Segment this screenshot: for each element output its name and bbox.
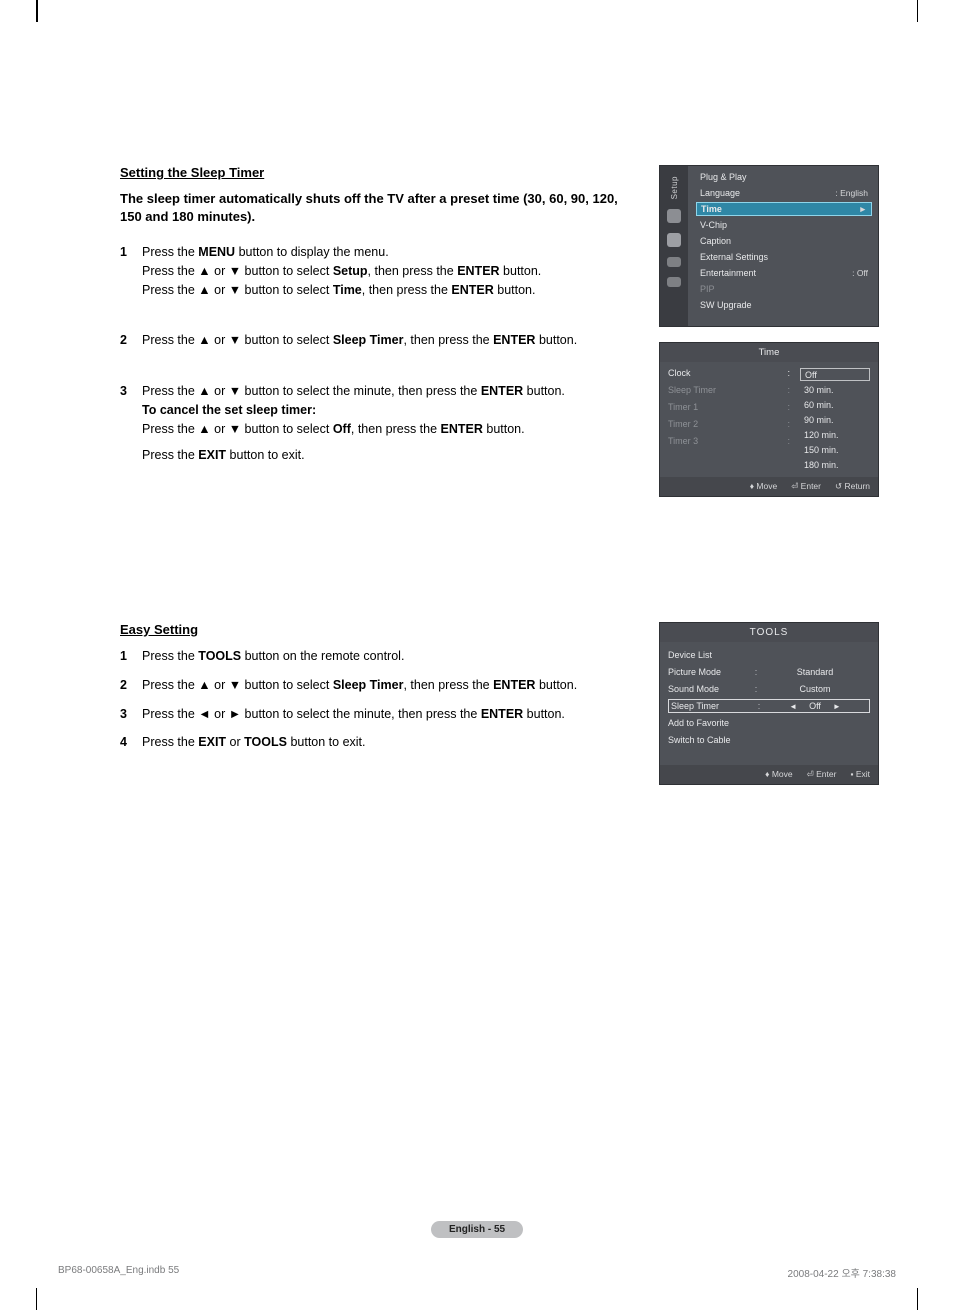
osd-tools-row: Sound Mode:Custom [668, 682, 870, 696]
osd-setup-row: External Settings [696, 250, 872, 264]
osd-tools-row: Picture Mode:Standard [668, 665, 870, 679]
section1-intro: The sleep timer automatically shuts off … [120, 190, 640, 225]
setup-icon [667, 209, 681, 223]
doc-footer: BP68-00658A_Eng.indb 55 2008-04-22 오후 7:… [58, 1265, 896, 1280]
osd-time-option: 180 min. [800, 458, 870, 471]
hint-move: ♦ Move [750, 481, 778, 492]
osd-setup-row: Entertainment: Off [696, 266, 872, 280]
osd-time-option: 90 min. [800, 413, 870, 426]
osd-time-menu: Time Clock: Sleep Timer: Timer 1: Timer 2: T… [659, 342, 879, 497]
osd-tools-menu: TOOLS Device List Picture Mode:Standard So… [659, 622, 879, 785]
page-number-pill: English - 55 [431, 1221, 523, 1238]
osd-setup-row: Caption [696, 234, 872, 248]
osd-time-option: 120 min. [800, 428, 870, 441]
hint-move: ♦ Move [765, 769, 793, 780]
osd-time-row: Timer 2: [668, 419, 800, 432]
osd-time-title: Time [660, 343, 878, 362]
section1-heading: Setting the Sleep Timer [120, 165, 640, 180]
step-item: 1Press the MENU button to display the me… [120, 243, 640, 299]
crop-mark [896, 1288, 918, 1310]
doc-footer-right: 2008-04-22 오후 7:38:38 [788, 1265, 896, 1280]
osd-setup-row: Time► [696, 202, 872, 216]
audio-icon [667, 257, 681, 267]
section2-heading: Easy Setting [120, 622, 640, 637]
osd-time-option: Off [800, 368, 870, 381]
page-footer: English - 55 [0, 1219, 954, 1238]
input-icon [667, 277, 681, 287]
doc-footer-left: BP68-00658A_Eng.indb 55 [58, 1265, 179, 1280]
osd-tools-row: Sleep Timer:◄Off► [668, 699, 870, 713]
osd-rail-label: Setup [670, 176, 679, 199]
osd-setup-row: Language: English [696, 186, 872, 200]
crop-mark [896, 0, 918, 22]
hint-enter: ⏎ Enter [791, 481, 821, 492]
osd-tools-row: Add to Favorite [668, 716, 870, 730]
osd-time-row: Timer 1: [668, 402, 800, 415]
osd-setup-row: Plug & Play [696, 170, 872, 184]
osd-tools-title: TOOLS [660, 623, 878, 642]
osd-time-row: Sleep Timer: [668, 385, 800, 398]
gear-icon [667, 233, 681, 247]
osd-time-option: 60 min. [800, 398, 870, 411]
osd-setup-row: V-Chip [696, 218, 872, 232]
step-item: 3Press the ▲ or ▼ button to select the m… [120, 382, 640, 465]
step-item: 3Press the ◄ or ► button to select the m… [120, 705, 640, 724]
osd-tools-row: Device List [668, 648, 870, 662]
crop-mark [36, 1288, 58, 1310]
hint-return: ↺ Return [835, 481, 870, 492]
step-item: 4Press the EXIT or TOOLS button to exit. [120, 733, 640, 752]
osd-setup-row: PIP [696, 282, 872, 296]
osd-time-option: 150 min. [800, 443, 870, 456]
osd-time-row: Clock: [668, 368, 800, 381]
step-item: 2Press the ▲ or ▼ button to select Sleep… [120, 331, 640, 350]
crop-mark [36, 0, 58, 22]
osd-tools-row: Switch to Cable [668, 733, 870, 747]
osd-time-option: 30 min. [800, 383, 870, 396]
osd-setup-menu: Setup Plug & Play Language: English Time► V… [659, 165, 879, 327]
step-item: 1Press the TOOLS button on the remote co… [120, 647, 640, 666]
osd-time-row: Timer 3: [668, 436, 800, 449]
osd-setup-row: SW Upgrade [696, 298, 872, 312]
hint-exit: ▪ Exit [850, 769, 870, 780]
hint-enter: ⏎ Enter [807, 769, 837, 780]
step-item: 2Press the ▲ or ▼ button to select Sleep… [120, 676, 640, 695]
